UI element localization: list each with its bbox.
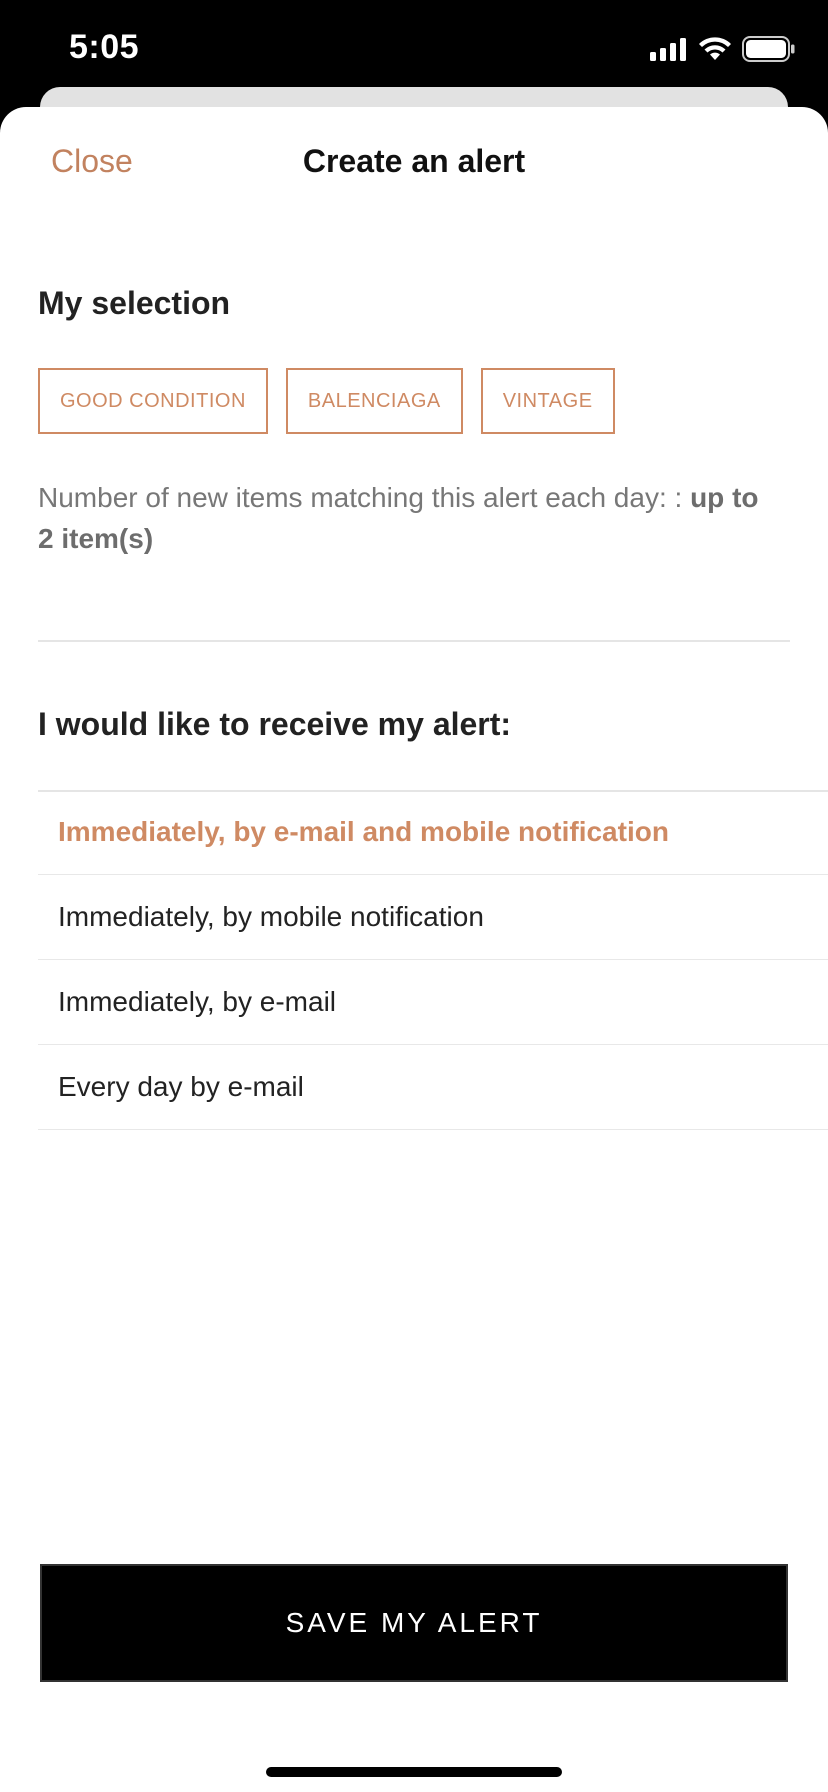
create-alert-sheet: Create an alert Close My selection GOOD … — [0, 107, 828, 1792]
status-icons — [650, 36, 796, 67]
home-indicator — [266, 1767, 562, 1777]
my-selection-heading: My selection — [38, 285, 231, 321]
signal-icon — [650, 37, 688, 66]
wifi-icon — [698, 36, 732, 67]
receive-alert-heading: I would like to receive my alert: — [38, 706, 512, 742]
status-bar: 5:05 — [0, 0, 828, 100]
selection-chips: GOOD CONDITION BALENCIAGA VINTAGE — [38, 368, 615, 434]
option-email-and-mobile[interactable]: Immediately, by e-mail and mobile notifi… — [38, 790, 828, 875]
option-daily-email[interactable]: Every day by e-mail — [38, 1045, 828, 1130]
items-per-day-text: Number of new items matching this alert … — [38, 477, 778, 559]
chip-balenciaga[interactable]: BALENCIAGA — [285, 368, 463, 434]
alert-frequency-options: Immediately, by e-mail and mobile notifi… — [38, 790, 828, 1130]
chip-vintage[interactable]: VINTAGE — [480, 368, 615, 434]
battery-icon — [742, 36, 796, 67]
close-button[interactable]: Close — [51, 143, 133, 180]
chip-good-condition[interactable]: GOOD CONDITION — [38, 368, 268, 434]
option-mobile-notification[interactable]: Immediately, by mobile notification — [38, 875, 828, 960]
section-divider — [38, 640, 790, 642]
items-per-day-label: Number of new items matching this alert … — [38, 482, 691, 513]
option-email[interactable]: Immediately, by e-mail — [38, 960, 828, 1045]
status-time: 5:05 — [69, 28, 140, 66]
save-alert-button[interactable]: SAVE MY ALERT — [40, 1564, 788, 1682]
